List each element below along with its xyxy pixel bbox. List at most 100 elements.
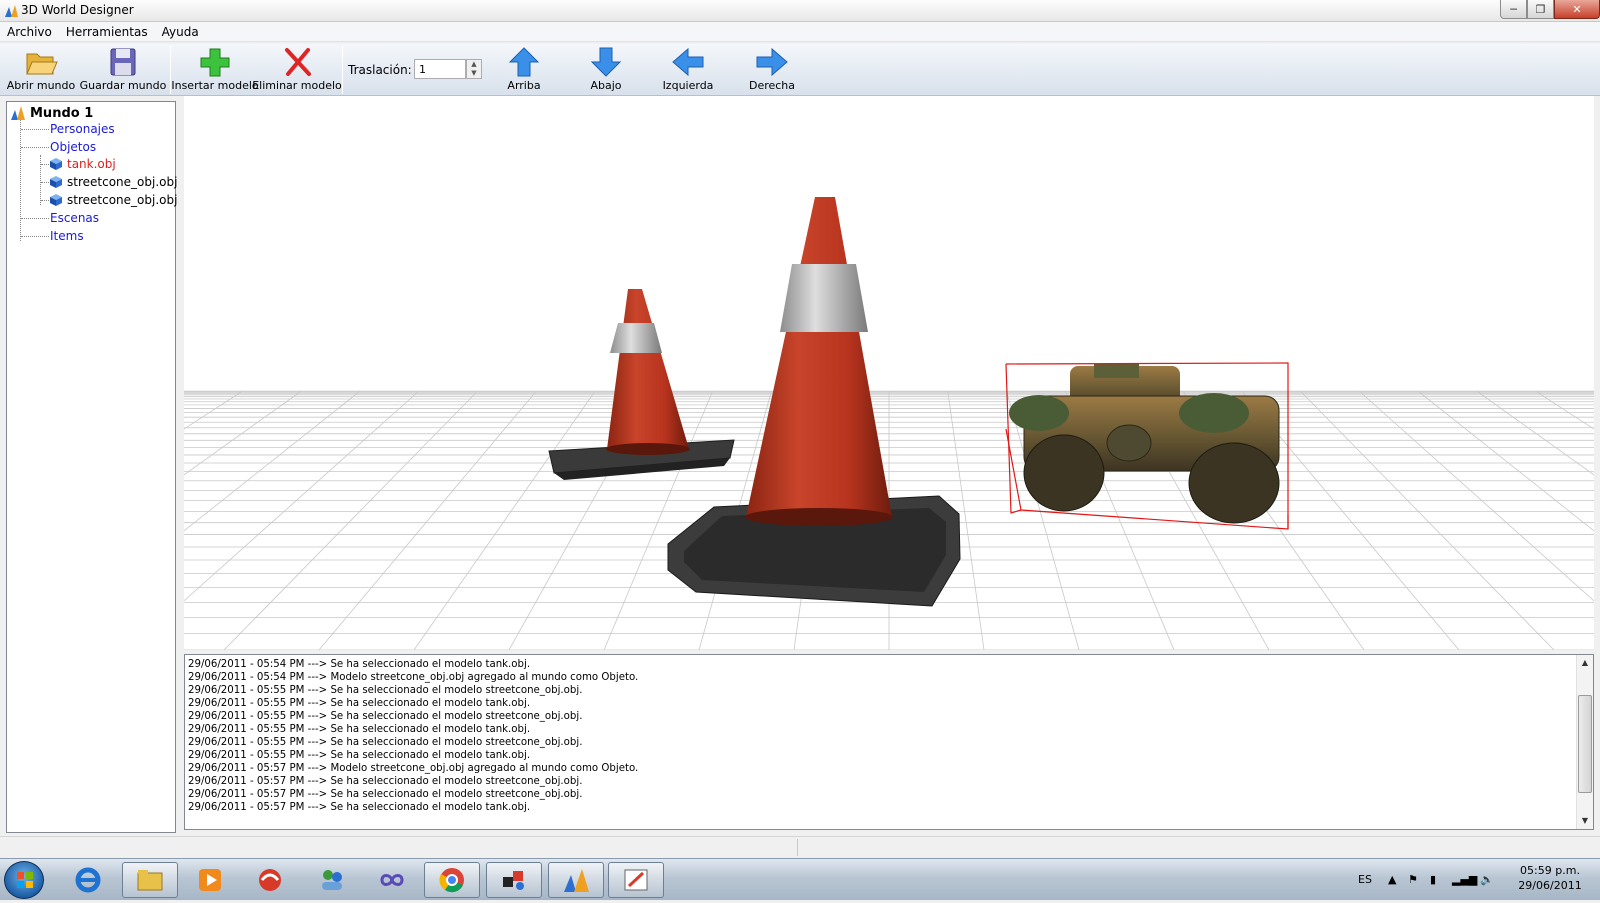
taskbar-app-4[interactable]	[242, 862, 298, 898]
users-icon	[322, 870, 342, 890]
tree-item-tank[interactable]: tank.obj	[49, 157, 116, 171]
toolbar: Abrir mundo Guardar mundo Insertar model…	[0, 44, 1600, 96]
scroll-down-icon[interactable]: ▼	[1577, 813, 1593, 829]
power-icon[interactable]: ▮	[1430, 873, 1436, 886]
arrow-down-icon	[590, 47, 622, 77]
log-list: 29/06/2011 - 05:54 PM ---> Se ha selecci…	[188, 658, 638, 814]
move-right-button[interactable]: Derecha	[746, 46, 798, 94]
tree-root-world[interactable]: Mundo 1	[10, 105, 93, 121]
action-center-flag-icon[interactable]: ⚑	[1408, 873, 1418, 886]
taskbar-app-5[interactable]	[304, 862, 360, 898]
spin-down-icon[interactable]: ▼	[467, 69, 481, 78]
clock[interactable]: 05:59 p.m. 29/06/2011	[1510, 863, 1590, 893]
taskbar-app-8[interactable]	[486, 862, 542, 898]
folder-icon	[137, 870, 163, 891]
status-panel	[0, 839, 798, 856]
taskbar: ES ▲ ⚑ ▮ ▂▄▆ 🔈 05:59 p.m. 29/06/2011	[0, 858, 1600, 900]
log-line: 29/06/2011 - 05:55 PM ---> Se ha selecci…	[188, 711, 583, 722]
menu-herramientas[interactable]: Herramientas	[59, 25, 155, 39]
language-indicator[interactable]: ES	[1358, 873, 1372, 886]
network-icon[interactable]: ▂▄▆	[1452, 873, 1477, 886]
move-up-button[interactable]: Arriba	[500, 46, 548, 94]
tree-category-escenas[interactable]: Escenas	[50, 211, 99, 225]
volume-icon[interactable]: 🔈	[1480, 873, 1494, 886]
folder-open-icon	[26, 53, 58, 75]
taskbar-app-10[interactable]	[608, 862, 664, 898]
spin-up-icon[interactable]: ▲	[467, 60, 481, 69]
scroll-thumb[interactable]	[1578, 695, 1592, 793]
taskbar-media-player[interactable]	[182, 862, 238, 898]
log-line: 29/06/2011 - 05:55 PM ---> Se ha selecci…	[188, 698, 531, 709]
tree-category-personajes[interactable]: Personajes	[50, 122, 115, 136]
move-down-button[interactable]: Abajo	[582, 46, 630, 94]
arrow-left-icon	[672, 47, 704, 77]
chrome-icon	[439, 868, 464, 893]
window-title: 3D World Designer	[21, 3, 134, 17]
red-swirl-icon	[259, 869, 281, 891]
floppy-disk-icon	[110, 48, 136, 76]
arrow-up-icon	[508, 47, 540, 77]
status-bar	[0, 836, 1600, 858]
internet-explorer-icon	[75, 867, 101, 893]
clock-date: 29/06/2011	[1518, 879, 1582, 892]
tree-category-items[interactable]: Items	[50, 229, 84, 243]
translation-label: Traslación:	[348, 63, 412, 77]
tree-item-streetcone-1[interactable]: streetcone_obj.obj	[49, 175, 177, 189]
arrow-right-icon	[756, 47, 788, 77]
log-line: 29/06/2011 - 05:57 PM ---> Se ha selecci…	[188, 789, 583, 800]
taskbar-3d-world-designer[interactable]	[548, 862, 604, 898]
cube-icon	[50, 176, 62, 188]
menu-bar: Archivo Herramientas Ayuda	[0, 22, 1600, 42]
infinity-icon	[380, 874, 404, 886]
streetcone-small[interactable]	[548, 289, 735, 480]
move-left-button[interactable]: Izquierda	[660, 46, 716, 94]
log-line: 29/06/2011 - 05:55 PM ---> Se ha selecci…	[188, 724, 531, 735]
translation-spinner[interactable]: ▲ ▼	[466, 59, 482, 79]
scene-tree: Mundo 1 Personajes Objetos tank.obj stre…	[6, 101, 177, 833]
cube-icon	[50, 194, 62, 206]
log-scrollbar[interactable]: ▲ ▼	[1576, 655, 1593, 829]
restore-button[interactable]: ❐	[1527, 0, 1554, 19]
cube-icon	[50, 158, 62, 170]
log-line: 29/06/2011 - 05:55 PM ---> Se ha selecci…	[188, 750, 531, 761]
taskbar-app-6[interactable]	[364, 862, 420, 898]
open-world-button[interactable]: Abrir mundo	[7, 46, 75, 94]
taskbar-chrome[interactable]	[424, 862, 480, 898]
taskbar-explorer[interactable]	[122, 862, 178, 898]
app-icon	[5, 5, 18, 17]
minimize-button[interactable]: ─	[1500, 0, 1527, 19]
tank-model[interactable]	[1009, 364, 1280, 524]
close-button[interactable]: ✕	[1554, 0, 1600, 19]
3d-viewport[interactable]	[184, 96, 1594, 650]
3d-world-designer-icon	[564, 869, 589, 892]
scroll-up-icon[interactable]: ▲	[1577, 655, 1593, 671]
log-line: 29/06/2011 - 05:55 PM ---> Se ha selecci…	[188, 685, 583, 696]
show-hidden-icons-icon[interactable]: ▲	[1388, 873, 1396, 886]
red-x-icon	[285, 48, 311, 76]
log-line: 29/06/2011 - 05:57 PM ---> Se ha selecci…	[188, 776, 583, 787]
save-world-button[interactable]: Guardar mundo	[80, 46, 166, 94]
insert-model-button[interactable]: Insertar modelo	[171, 46, 259, 94]
world-icon	[11, 106, 25, 120]
log-line: 29/06/2011 - 05:55 PM ---> Se ha selecci…	[188, 737, 583, 748]
media-player-icon	[199, 869, 221, 891]
translation-input[interactable]	[414, 59, 466, 79]
tree-category-objetos[interactable]: Objetos	[50, 140, 96, 154]
log-panel: 29/06/2011 - 05:54 PM ---> Se ha selecci…	[184, 654, 1594, 830]
log-line: 29/06/2011 - 05:57 PM ---> Se ha selecci…	[188, 802, 531, 813]
log-line: 29/06/2011 - 05:54 PM ---> Se ha selecci…	[188, 659, 531, 670]
green-plus-icon	[200, 48, 230, 77]
log-line: 29/06/2011 - 05:57 PM ---> Modelo street…	[188, 763, 639, 774]
menu-archivo[interactable]: Archivo	[0, 25, 59, 39]
shapes-icon	[503, 871, 524, 890]
windows-logo-icon	[17, 872, 33, 888]
scene-canvas[interactable]	[184, 96, 1594, 650]
paint-icon	[624, 869, 648, 891]
taskbar-ie[interactable]	[60, 862, 116, 898]
start-button[interactable]	[4, 861, 44, 899]
tree-item-streetcone-2[interactable]: streetcone_obj.obj	[49, 193, 177, 207]
delete-model-button[interactable]: Eliminar modelo	[252, 46, 342, 94]
log-line: 29/06/2011 - 05:54 PM ---> Modelo street…	[188, 672, 639, 683]
menu-ayuda[interactable]: Ayuda	[155, 25, 206, 39]
title-bar: 3D World Designer ─ ❐ ✕	[0, 0, 1600, 22]
